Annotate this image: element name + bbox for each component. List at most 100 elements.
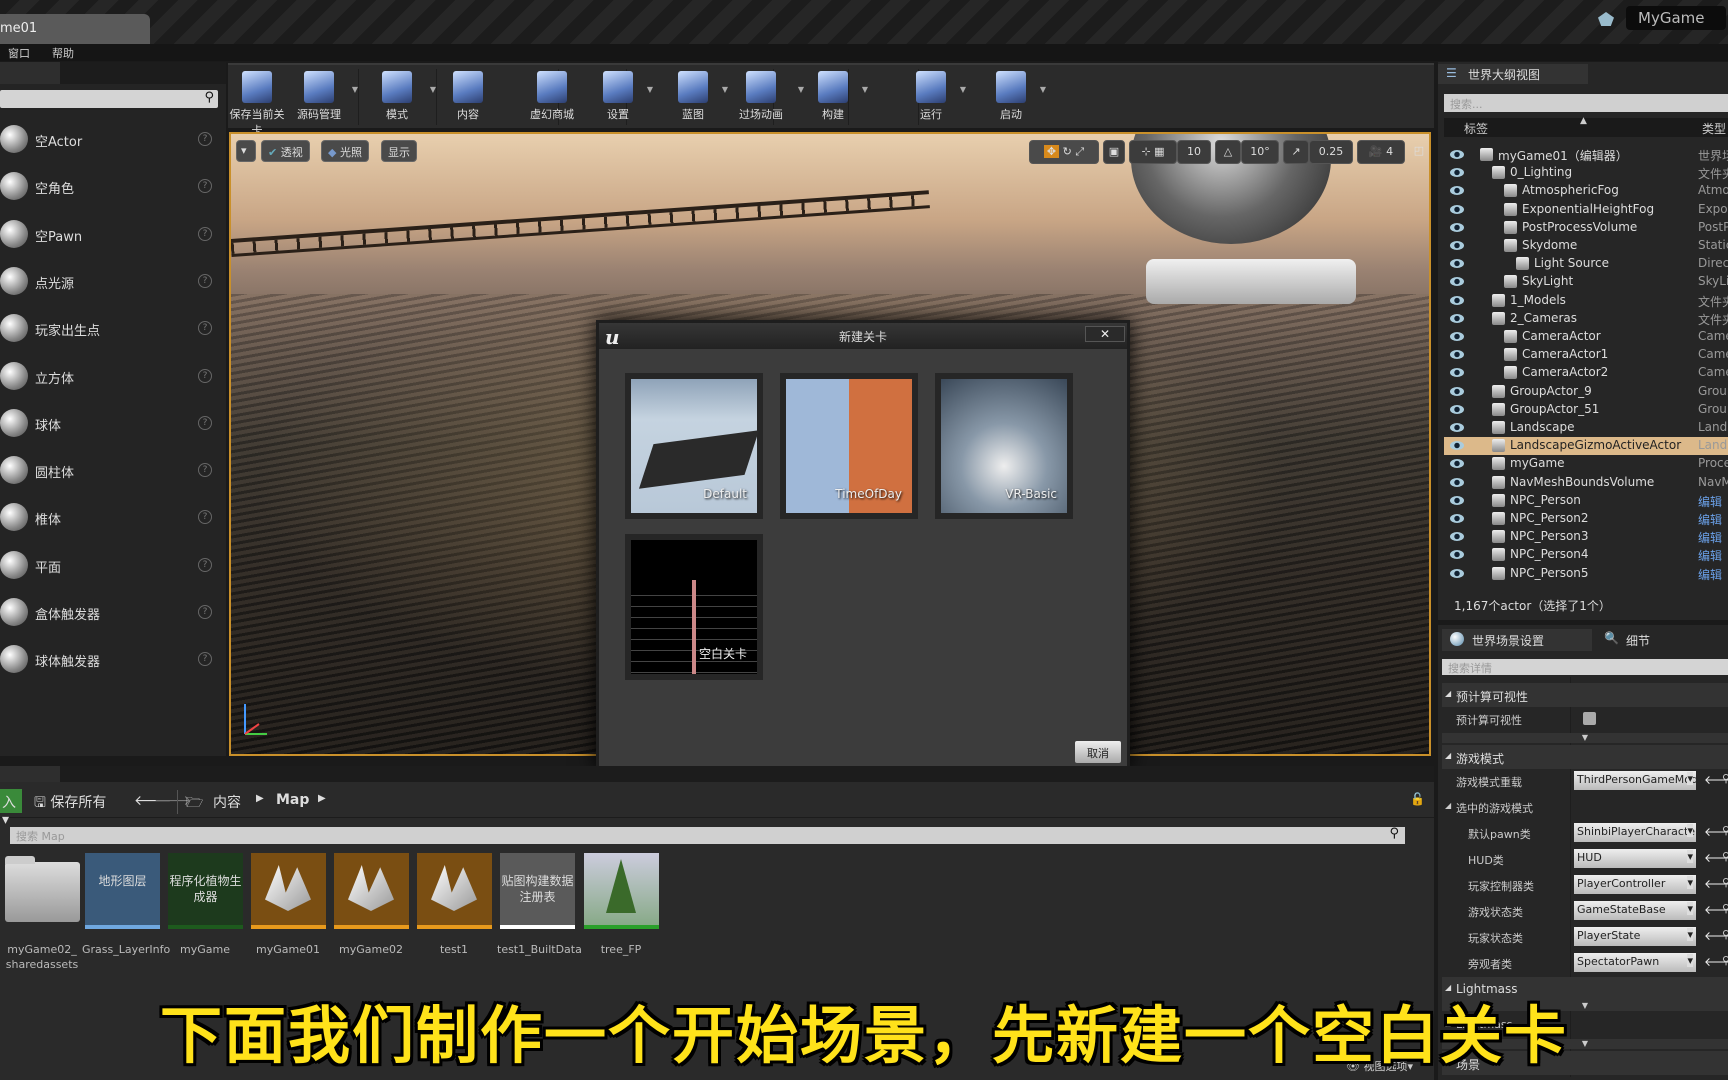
place-search-input[interactable]: ⚲ xyxy=(0,90,218,108)
visibility-eye-icon[interactable] xyxy=(1450,350,1464,360)
toolbar-button-modes[interactable]: 模式 ▼ xyxy=(368,67,436,127)
place-item[interactable]: 球体触发器? xyxy=(0,637,220,681)
place-item[interactable]: 椎体? xyxy=(0,495,220,539)
place-tab[interactable] xyxy=(0,62,60,84)
visibility-eye-icon[interactable] xyxy=(1450,277,1464,287)
outliner-row[interactable]: ExponentialHeightFog Expo xyxy=(1444,201,1728,219)
toolbar-button-source-control[interactable]: 源码管理 ▼ xyxy=(290,67,358,127)
visibility-eye-icon[interactable] xyxy=(1450,295,1464,305)
visibility-eye-icon[interactable] xyxy=(1450,514,1464,523)
breadcrumb-arrow-icon[interactable]: ▶ xyxy=(256,793,264,804)
outliner-row[interactable]: myGame Proce xyxy=(1444,455,1728,473)
outliner-tab[interactable]: ☰ 世界大纲视图 xyxy=(1438,64,1588,84)
breadcrumb-arrow-icon[interactable]: ▶ xyxy=(318,793,326,804)
scale-snap-value[interactable]: 0.25 xyxy=(1309,140,1353,164)
outliner-row[interactable]: Light Source Direct xyxy=(1444,255,1728,273)
toolbar-button-play[interactable]: 运行 ▼ xyxy=(906,67,966,127)
asset-tile[interactable] xyxy=(334,853,409,929)
asset-tile[interactable]: 贴图构建数据注册表 xyxy=(500,853,575,929)
browse-icon[interactable]: ⚲ xyxy=(1722,928,1728,941)
toolbar-button-blueprint[interactable]: 蓝图 ▼ xyxy=(668,67,728,127)
visibility-eye-icon[interactable] xyxy=(1450,186,1464,196)
class-dropdown[interactable]: HUD xyxy=(1574,849,1696,868)
asset-tile[interactable]: 地形图层 xyxy=(85,853,160,929)
column-type[interactable]: 类型 xyxy=(1702,120,1726,137)
document-tab[interactable]: me01 xyxy=(0,14,150,44)
details-search-input[interactable]: 搜索详情 xyxy=(1442,659,1728,675)
outliner-row[interactable]: 0_Lighting 文件夹 xyxy=(1444,164,1728,182)
help-icon[interactable]: ? xyxy=(198,226,212,241)
grid-snap-value[interactable]: 10 xyxy=(1177,140,1211,164)
visibility-eye-icon[interactable] xyxy=(1450,168,1464,178)
browse-icon[interactable]: ⚲ xyxy=(1722,954,1728,967)
column-label[interactable]: 标签 xyxy=(1464,120,1488,137)
perspective-button[interactable]: ✔ 透视 xyxy=(261,140,310,162)
outliner-row[interactable]: NPC_Person 编辑 xyxy=(1444,492,1728,510)
outliner-row[interactable]: myGame01（编辑器） 世界场 xyxy=(1444,146,1728,164)
menu-help[interactable]: 帮助 xyxy=(52,45,74,61)
collapse-arrow-icon[interactable]: ◢ xyxy=(1445,689,1451,698)
dropdown-arrow-icon[interactable]: ▼ xyxy=(352,85,358,94)
visibility-eye-icon[interactable] xyxy=(1450,241,1464,250)
visibility-eye-icon[interactable] xyxy=(1450,332,1464,341)
visibility-eye-icon[interactable] xyxy=(1450,222,1464,232)
checkbox[interactable] xyxy=(1583,712,1596,725)
help-icon[interactable]: ? xyxy=(198,510,212,525)
place-item[interactable]: 空Pawn? xyxy=(0,212,220,256)
collapse-arrow-icon[interactable]: ◢ xyxy=(1445,801,1451,810)
rotation-snap-icon[interactable]: △ xyxy=(1215,140,1241,164)
place-item[interactable]: 盒体触发器? xyxy=(0,590,220,634)
outliner-row[interactable]: GroupActor_9 Group xyxy=(1444,383,1728,401)
place-item[interactable]: 玩家出生点? xyxy=(0,306,220,350)
help-icon[interactable]: ? xyxy=(198,463,212,478)
toolbar-button-launch[interactable]: 启动 ▼ xyxy=(986,67,1046,127)
toolbar-button-marketplace[interactable]: 虚幻商城 xyxy=(524,67,580,127)
outliner-search-input[interactable]: 搜索... xyxy=(1444,94,1728,112)
place-item[interactable]: 空角色? xyxy=(0,164,220,208)
visibility-eye-icon[interactable] xyxy=(1450,204,1464,214)
dropdown-arrow-icon[interactable]: ▼ xyxy=(430,85,436,94)
outliner-row[interactable]: AtmosphericFog Atmo xyxy=(1444,182,1728,200)
toolbar-button-cinematics[interactable]: 过场动画 ▼ xyxy=(728,67,804,127)
visibility-eye-icon[interactable] xyxy=(1450,368,1464,378)
visibility-eye-icon[interactable] xyxy=(1450,386,1464,396)
visibility-eye-icon[interactable] xyxy=(1450,259,1464,269)
dropdown-arrow-icon[interactable]: ▼ xyxy=(960,85,966,94)
outliner-row[interactable]: 1_Models 文件夹 xyxy=(1444,292,1728,310)
outliner-row[interactable]: CameraActor1 Came xyxy=(1444,346,1728,364)
surface-snap-icon[interactable]: ⊹ ▦ xyxy=(1129,140,1177,164)
browse-icon[interactable]: ⚲ xyxy=(1722,850,1728,863)
help-icon[interactable]: ? xyxy=(198,273,212,288)
toolbar-button-content[interactable]: 内容 xyxy=(446,67,490,127)
move-icon[interactable]: ✥ xyxy=(1043,145,1060,158)
actor-type[interactable]: 编辑 xyxy=(1698,493,1728,510)
camera-speed[interactable]: 🎥 4 xyxy=(1357,140,1405,164)
help-icon[interactable]: ? xyxy=(198,368,212,383)
help-icon[interactable]: ? xyxy=(198,132,212,146)
expand-arrow-icon[interactable]: ▼ xyxy=(1442,733,1728,743)
outliner-row[interactable]: LandscapeGizmoActiveActor Land xyxy=(1444,437,1728,456)
outliner-row[interactable]: NPC_Person5 编辑 xyxy=(1444,565,1728,583)
visibility-eye-icon[interactable] xyxy=(1450,404,1464,414)
content-browser-tab[interactable] xyxy=(0,766,60,782)
rotation-snap-value[interactable]: 10° xyxy=(1241,140,1279,164)
visibility-eye-icon[interactable] xyxy=(1450,532,1464,542)
outliner-row[interactable]: NavMeshBoundsVolume NavM xyxy=(1444,474,1728,492)
viewport-menu-button[interactable]: ▾ xyxy=(236,140,256,162)
content-search-input[interactable]: 搜索 Map ⚲ xyxy=(10,826,1405,844)
place-item[interactable]: 立方体? xyxy=(0,354,220,398)
toolbar-button-save[interactable]: 保存当前关卡 xyxy=(228,67,286,137)
visibility-eye-icon[interactable] xyxy=(1450,313,1464,323)
actor-type[interactable]: 编辑 xyxy=(1698,529,1728,546)
class-dropdown[interactable]: ThirdPersonGameMode xyxy=(1574,771,1696,790)
asset-tile[interactable] xyxy=(251,853,326,929)
outliner-row[interactable]: 2_Cameras 文件夹 xyxy=(1444,310,1728,328)
class-dropdown[interactable]: SpectatorPawn xyxy=(1574,953,1696,972)
asset-tile[interactable]: 程序化植物生成器 xyxy=(168,853,243,929)
visibility-eye-icon[interactable] xyxy=(1450,459,1464,469)
place-item[interactable]: 圆柱体? xyxy=(0,448,220,492)
cancel-button[interactable]: 取消 xyxy=(1075,741,1121,763)
outliner-row[interactable]: NPC_Person2 编辑 xyxy=(1444,510,1728,528)
outliner-row[interactable]: NPC_Person4 编辑 xyxy=(1444,546,1728,564)
outliner-row[interactable]: Skydome Static xyxy=(1444,237,1728,255)
